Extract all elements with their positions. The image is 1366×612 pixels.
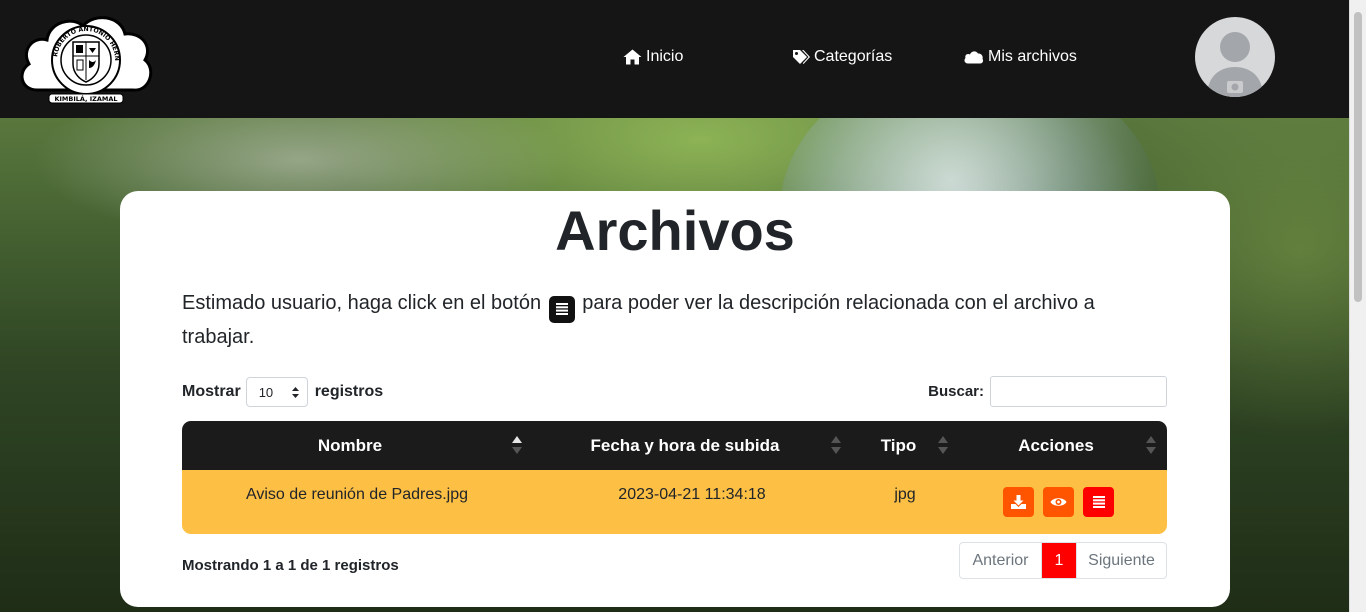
pagination-next[interactable]: Siguiente xyxy=(1076,543,1166,578)
intro-text: Estimado usuario, haga click en el botón… xyxy=(182,289,1142,352)
navbar: ROBERTO ANTONIO HERNÁNDEZ NABOUR KIMBILÁ… xyxy=(0,0,1349,118)
school-logo[interactable]: ROBERTO ANTONIO HERNÁNDEZ NABOUR KIMBILÁ… xyxy=(17,12,155,104)
user-placeholder-icon xyxy=(1207,32,1263,97)
column-fecha-label: Fecha y hora de subida xyxy=(590,435,780,455)
page-title: Archivos xyxy=(555,199,795,262)
logo-text-layer: ROBERTO ANTONIO HERNÁNDEZ NABOUR KIMBILÁ… xyxy=(17,12,120,103)
search-input[interactable] xyxy=(990,376,1167,407)
length-label-after: registros xyxy=(314,383,384,400)
files-table: Nombre Fecha y hora de subida Tipo Accio… xyxy=(182,421,1167,534)
search-label: Buscar: xyxy=(928,383,984,400)
files-card: Archivos Estimado usuario, haga click en… xyxy=(120,191,1230,607)
logo-text-bottom: KIMBILÁ, IZAMAL xyxy=(54,94,117,103)
length-label-before: Mostrar xyxy=(182,383,241,400)
column-nombre[interactable]: Nombre xyxy=(182,421,518,470)
sort-icon xyxy=(938,436,948,454)
scrollbar-thumb[interactable] xyxy=(1354,12,1362,302)
cell-nombre: Aviso de reunión de Padres.jpg xyxy=(245,486,469,503)
tags-icon xyxy=(793,50,810,64)
sort-asc-icon xyxy=(512,436,522,454)
column-acciones-label: Acciones xyxy=(1018,435,1094,455)
column-acciones[interactable]: Acciones xyxy=(957,421,1155,470)
download-button[interactable] xyxy=(1003,487,1034,517)
eye-icon xyxy=(1050,498,1067,506)
nav-categorias[interactable]: Categorías xyxy=(792,46,892,68)
cloud-icon xyxy=(964,51,984,64)
table-header: Nombre Fecha y hora de subida Tipo Accio… xyxy=(182,421,1167,470)
svg-text:ROBERTO ANTONIO HERNÁNDEZ NABO: ROBERTO ANTONIO HERNÁNDEZ NABOUR xyxy=(17,12,120,61)
page-length-value: 10 xyxy=(258,384,274,400)
cell-tipo: jpg xyxy=(894,486,916,503)
sort-icon xyxy=(1146,436,1156,454)
download-icon xyxy=(1011,495,1026,509)
select-arrows-icon xyxy=(291,386,299,398)
page-scrollbar[interactable] xyxy=(1349,0,1366,612)
search-control: Buscar: xyxy=(928,376,1167,407)
logo-text-top: ROBERTO ANTONIO HERNÁNDEZ NABOUR xyxy=(17,12,120,61)
column-tipo-label: Tipo xyxy=(880,435,917,455)
list-icon xyxy=(555,303,568,315)
table-info: Mostrando 1 a 1 de 1 registros xyxy=(182,557,399,574)
nav-mis-archivos-label: Mis archivos xyxy=(988,48,1077,65)
description-button-example xyxy=(548,295,575,323)
description-button[interactable] xyxy=(1083,487,1114,517)
column-tipo[interactable]: Tipo xyxy=(851,421,946,470)
page-length-select[interactable]: 10 xyxy=(245,377,308,407)
nav-inicio-label: Inicio xyxy=(646,48,684,65)
sort-icon xyxy=(831,436,841,454)
cell-fecha: 2023-04-21 11:34:18 xyxy=(618,486,766,503)
table-row: Aviso de reunión de Padres.jpg 2023-04-2… xyxy=(182,470,1167,534)
view-button[interactable] xyxy=(1043,487,1074,517)
list-icon xyxy=(1092,496,1105,508)
intro-text-before: Estimado usuario, haga click en el botón xyxy=(182,292,542,314)
pagination-prev[interactable]: Anterior xyxy=(960,543,1042,578)
nav-inicio[interactable]: Inicio xyxy=(623,46,683,68)
column-nombre-label: Nombre xyxy=(317,435,383,455)
pagination: Anterior 1 Siguiente xyxy=(959,542,1167,579)
column-fecha[interactable]: Fecha y hora de subida xyxy=(528,421,842,470)
nav-mis-archivos[interactable]: Mis archivos xyxy=(963,46,1077,68)
nav-categorias-label: Categorías xyxy=(814,48,893,65)
user-avatar[interactable] xyxy=(1195,17,1275,97)
home-icon xyxy=(623,49,642,65)
pagination-page-1[interactable]: 1 xyxy=(1042,543,1076,578)
page-length-control: Mostrar 10 registros xyxy=(182,377,383,407)
